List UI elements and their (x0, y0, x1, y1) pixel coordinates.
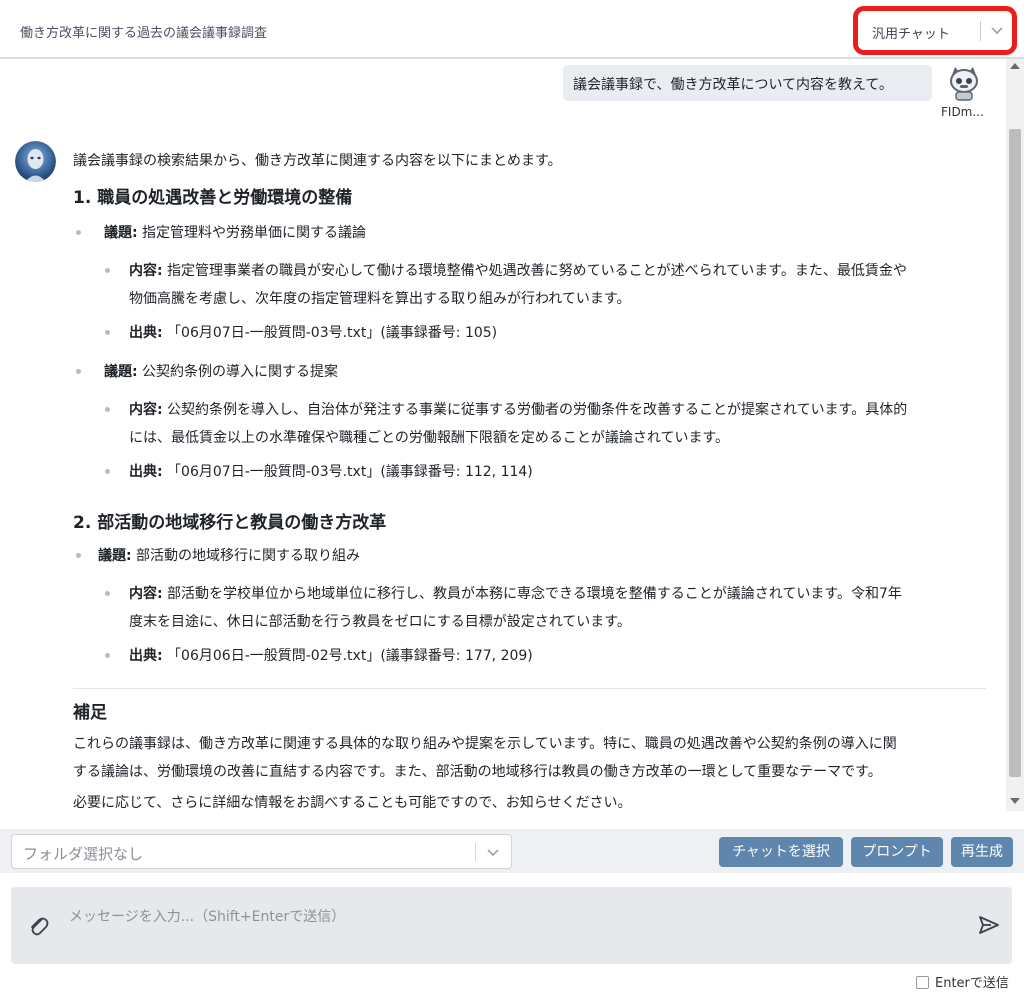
content-text-continued: 物価高騰を考慮し、次年度の指定管理料を算出する取り組みが行われています。 (129, 291, 631, 307)
list-item: 内容: 指定管理事業者の職員が安心して働ける環境整備や処遇改善に努めていることが… (129, 260, 907, 280)
divider (73, 688, 986, 689)
paperclip-icon[interactable] (27, 912, 49, 938)
chat-mode-value: 汎用チャット (872, 27, 950, 42)
source-label: 出典: (129, 325, 163, 341)
chat-scroll-area[interactable]: 議会議事録で、働き方改革について内容を教えて。 FIDm... 議会議事録の検索… (0, 59, 1024, 811)
list-item: 出典: 「06月06日-一般質問-02号.txt」(議事録番号: 177, 20… (129, 645, 533, 665)
supplement-text: 必要に応じて、さらに詳細な情報をお調べすることも可能ですので、お知らせください。 (73, 795, 632, 811)
send-icon[interactable] (978, 915, 1000, 935)
list-item: 出典: 「06月07日-一般質問-03号.txt」(議事録番号: 105) (129, 322, 497, 342)
regenerate-button[interactable]: 再生成 (951, 837, 1013, 867)
header-bar: 働き方改革に関する過去の議会議事録調査 汎用チャット (0, 0, 1024, 59)
scrollbar[interactable] (1006, 59, 1024, 811)
bullet (76, 553, 81, 558)
scroll-thumb[interactable] (1009, 129, 1021, 777)
bullet (105, 469, 110, 474)
scroll-up-arrow-icon[interactable] (1010, 63, 1020, 69)
message-placeholder: メッセージを入力...（Shift+Enterで送信） (69, 909, 346, 925)
topic-text: 公契約条例の導入に関する提案 (137, 364, 339, 380)
bullet (105, 407, 110, 412)
section-heading: 1. 職員の処遇改善と労働環境の整備 (73, 188, 353, 208)
chevron-down-icon (991, 27, 1003, 35)
content-label: 内容: (129, 263, 163, 279)
enter-to-send-checkbox[interactable] (916, 976, 929, 989)
list-item: 議題: 部活動の地域移行に関する取り組み (98, 545, 360, 565)
content-label: 内容: (129, 402, 163, 418)
ai-robot-avatar-icon (15, 141, 56, 182)
topic-text: 部活動の地域移行に関する取り組み (131, 548, 361, 564)
source-label: 出典: (129, 464, 163, 480)
bullet (105, 591, 110, 596)
action-toolbar: フォルダ選択なし チャットを選択 プロンプト 再生成 (0, 829, 1024, 873)
list-item: 内容: 公契約条例を導入し、自治体が発注する事業に従事する労働者の労働条件を改善… (129, 399, 907, 419)
folder-select-value: フォルダ選択なし (23, 845, 144, 863)
folder-select[interactable]: フォルダ選択なし (11, 834, 512, 869)
list-item: 内容: 部活動を学校単位から地域単位に移行し、教員が本務に専念できる環境を整備す… (129, 583, 902, 603)
topic-label: 議題: (104, 364, 138, 380)
supplement-heading: 補足 (73, 703, 107, 723)
select-divider (980, 21, 981, 41)
supplement-text: これらの議事録は、働き方改革に関連する具体的な取り組みや提案を示しています。特に… (73, 736, 897, 752)
user-message-bubble: 議会議事録で、働き方改革について内容を教えて。 (563, 65, 932, 101)
content-text: 指定管理事業者の職員が安心して働ける環境整備や処遇改善に努めていることが述べられ… (162, 263, 907, 279)
content-text: 部活動を学校単位から地域単位に移行し、教員が本務に専念できる環境を整備することが… (162, 586, 902, 602)
chevron-down-icon (487, 849, 499, 857)
assistant-intro: 議会議事録の検索結果から、働き方改革に関連する内容を以下にまとめます。 (73, 153, 562, 169)
source-text: 「06月07日-一般質問-03号.txt」(議事録番号: 112, 114) (162, 464, 533, 480)
prompt-button[interactable]: プロンプト (851, 837, 943, 867)
enter-to-send-label: Enterで送信 (935, 976, 1009, 991)
topic-text: 指定管理料や労務単価に関する議論 (137, 225, 367, 241)
robot-mascot-icon (950, 67, 978, 101)
source-text: 「06月07日-一般質問-03号.txt」(議事録番号: 105) (162, 325, 498, 341)
content-text-continued: 度末を目途に、休日に部活動を行う教員をゼロにする目標が設定されています。 (129, 614, 631, 630)
select-divider (475, 843, 476, 861)
section-heading: 2. 部活動の地域移行と教員の働き方改革 (73, 513, 387, 533)
bullet (76, 230, 81, 235)
supplement-text: する議論は、労働環境の改善に直結する内容です。また、部活動の地域移行は教員の働き… (73, 764, 882, 780)
select-chat-button[interactable]: チャットを選択 (719, 837, 843, 867)
conversation-title: 働き方改革に関する過去の議会議事録調査 (20, 26, 268, 41)
bullet (76, 369, 81, 374)
message-input[interactable]: メッセージを入力...（Shift+Enterで送信） (11, 887, 1012, 964)
content-label: 内容: (129, 586, 163, 602)
list-item: 出典: 「06月07日-一般質問-03号.txt」(議事録番号: 112, 11… (129, 461, 533, 481)
chat-mode-select[interactable]: 汎用チャット (853, 6, 1017, 55)
topic-label: 議題: (98, 548, 132, 564)
scroll-down-arrow-icon[interactable] (1010, 798, 1020, 804)
bullet (105, 330, 110, 335)
topic-label: 議題: (104, 225, 138, 241)
source-label: 出典: (129, 648, 163, 664)
list-item: 議題: 公契約条例の導入に関する提案 (104, 361, 338, 381)
content-text-continued: には、最低賃金以上の水準確保や職種ごとの労働報酬下限額を定めることが議論されてい… (129, 430, 730, 446)
content-text: 公契約条例を導入し、自治体が発注する事業に従事する労働者の労働条件を改善すること… (162, 402, 908, 418)
bullet (105, 653, 110, 658)
enter-to-send-option[interactable]: Enterで送信 (916, 972, 1009, 991)
bullet (105, 268, 110, 273)
list-item: 議題: 指定管理料や労務単価に関する議論 (104, 222, 366, 242)
source-text: 「06月06日-一般質問-02号.txt」(議事録番号: 177, 209) (162, 648, 533, 664)
user-name: FIDm... (941, 105, 984, 119)
